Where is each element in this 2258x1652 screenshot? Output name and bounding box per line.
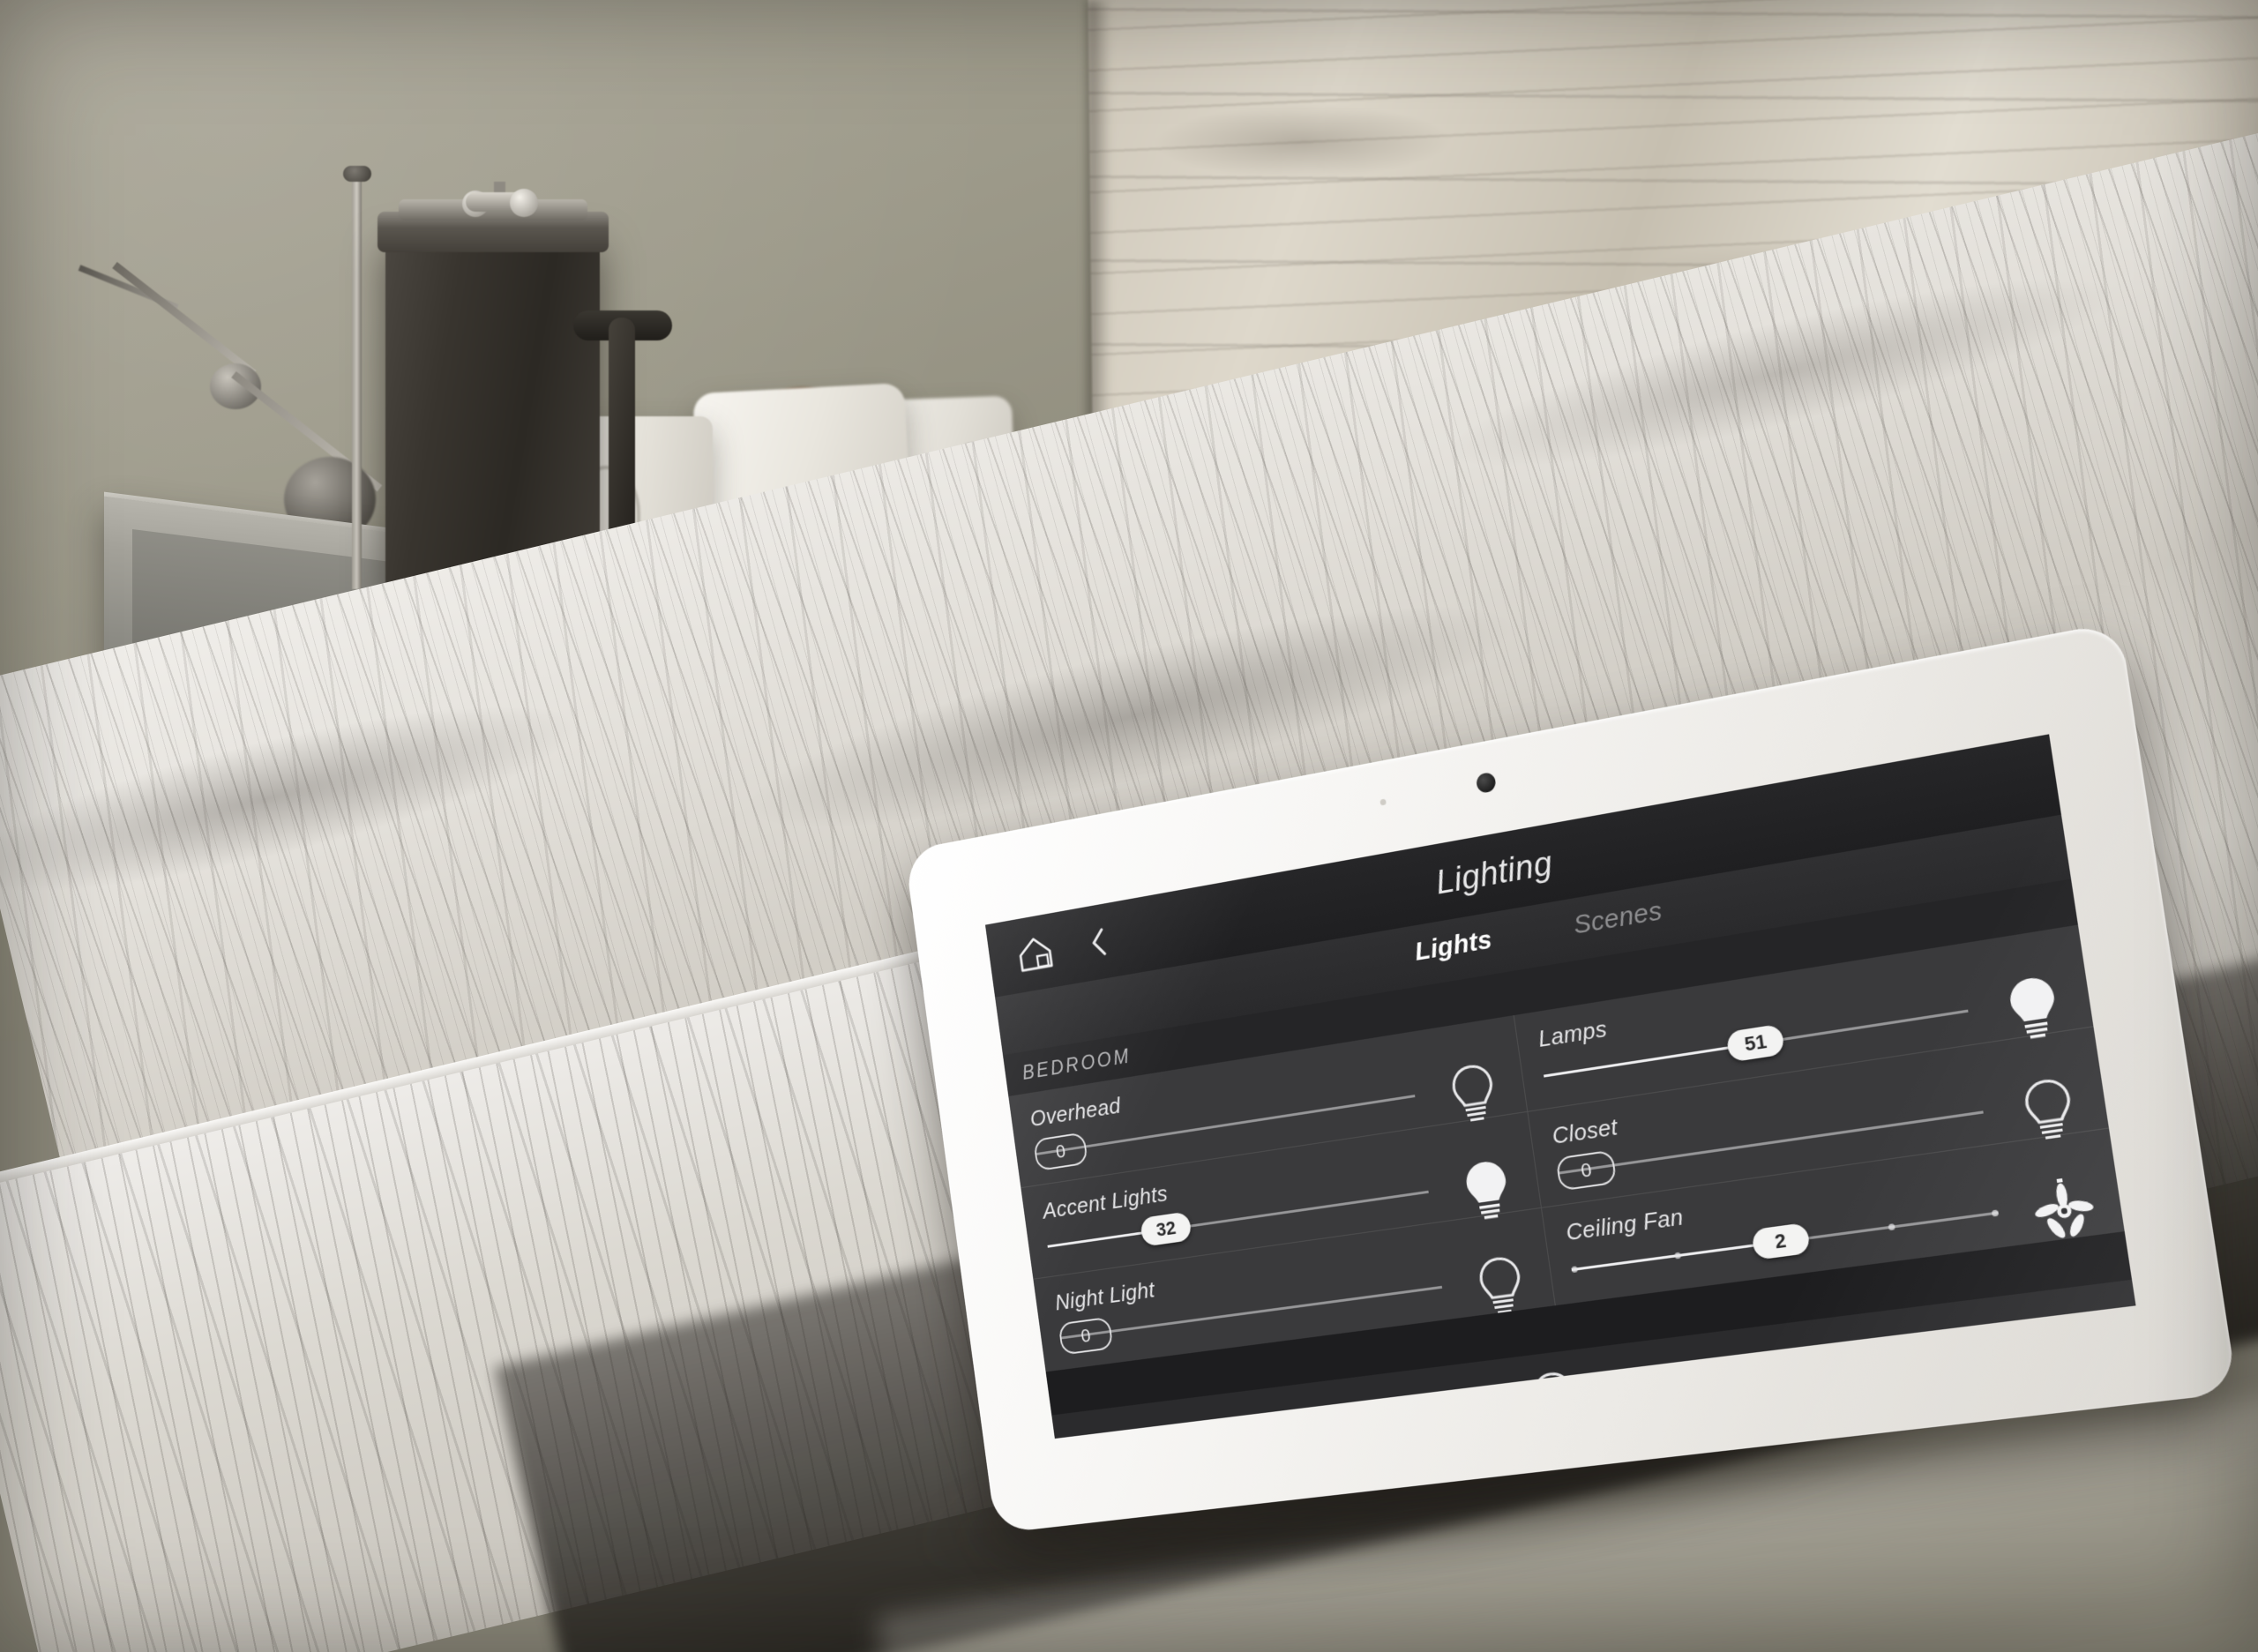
slider-knob[interactable]: 2 bbox=[1750, 1222, 1811, 1261]
slider-knob[interactable]: 0 bbox=[1058, 1317, 1114, 1356]
tab-scenes[interactable]: Scenes bbox=[1572, 896, 1664, 941]
tab-lights[interactable]: Lights bbox=[1413, 925, 1494, 968]
french-press-knob bbox=[510, 189, 538, 217]
device-name: Closet bbox=[1550, 1112, 1619, 1149]
french-press-plunger-cap bbox=[343, 166, 371, 182]
slider-knob[interactable]: 51 bbox=[1725, 1023, 1786, 1063]
device-name: Overhead bbox=[1028, 1092, 1123, 1132]
device-name: Lamps bbox=[1536, 1014, 1609, 1052]
slider-knob[interactable]: 32 bbox=[1140, 1210, 1193, 1247]
photo-scene: EVERY DAY FRESH & HOT Coffee bbox=[0, 0, 2258, 1652]
slider-knob[interactable]: 0 bbox=[1555, 1149, 1618, 1192]
french-press-plunger-rod bbox=[352, 175, 362, 589]
device-name: Night Light bbox=[1053, 1276, 1156, 1316]
device-name: Ceiling Fan bbox=[1564, 1203, 1686, 1246]
slider-knob[interactable]: 0 bbox=[1033, 1132, 1088, 1172]
